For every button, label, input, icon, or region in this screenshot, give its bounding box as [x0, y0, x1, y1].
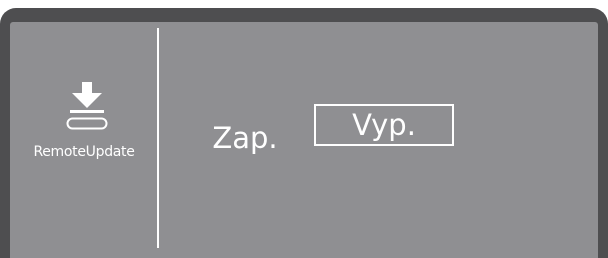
- remote-update-panel: RemoteUpdate: [10, 22, 158, 258]
- panel-divider: [157, 28, 159, 248]
- option-off-button[interactable]: Vyp.: [314, 104, 454, 146]
- option-on-button[interactable]: Zap.: [206, 120, 284, 156]
- remote-update-label: RemoteUpdate: [33, 144, 135, 160]
- display-screen: RemoteUpdate Zap. Vyp.: [10, 22, 598, 258]
- download-to-tray-icon: [66, 82, 108, 130]
